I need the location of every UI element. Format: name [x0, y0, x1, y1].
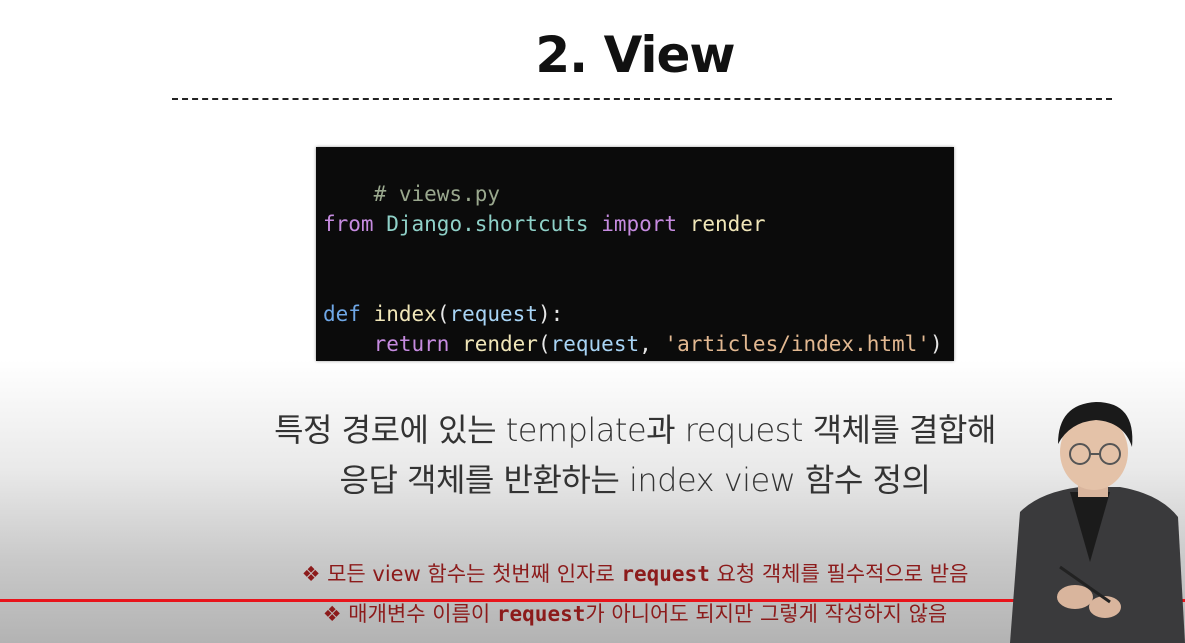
code-arg-sep: , [639, 332, 665, 356]
note-1-text-after: 요청 객체를 필수적으로 받음 [709, 562, 969, 586]
note-2-text-after: 가 아니어도 되지만 그렇게 작성하지 않음 [585, 602, 948, 626]
note-1-code: request [621, 562, 710, 586]
note-1-text-before: 모든 view 함수는 첫번째 인자로 [320, 562, 622, 586]
code-line-return: return render(request, 'articles/index.h… [323, 329, 943, 359]
code-keyword-import: import [601, 212, 678, 236]
code-import-name: render [689, 212, 766, 236]
note-bullet-icon: ❖ [322, 602, 342, 626]
code-param: request [449, 302, 538, 326]
title-divider [172, 98, 1112, 100]
code-call-close: ) [929, 332, 943, 356]
code-paren-close: ): [537, 302, 564, 326]
note-2-text-before: 매개변수 이름이 [341, 602, 497, 626]
slide-title: 2. View [535, 26, 735, 84]
code-module: Django.shortcuts [386, 212, 589, 236]
code-line-def: def index(request): [323, 299, 563, 329]
code-keyword-from: from [323, 212, 374, 236]
code-call-open: ( [537, 332, 551, 356]
code-paren-open: ( [436, 302, 450, 326]
code-call-render: render [462, 332, 538, 356]
code-keyword-return: return [373, 332, 450, 356]
note-2-code: request [496, 602, 586, 626]
code-comment: # views.py [373, 182, 501, 206]
code-block: # views.py from Django.shortcuts import … [316, 147, 954, 361]
note-bullet-icon: ❖ [301, 562, 321, 586]
code-line-import: from Django.shortcuts import render [323, 209, 766, 239]
code-keyword-def: def [323, 302, 361, 326]
presenter-image [1010, 402, 1185, 643]
code-arg-request: request [550, 332, 640, 356]
presenter-video-overlay [1000, 392, 1185, 643]
code-string: 'articles/index.html' [664, 332, 930, 356]
code-function-name: index [373, 302, 437, 326]
